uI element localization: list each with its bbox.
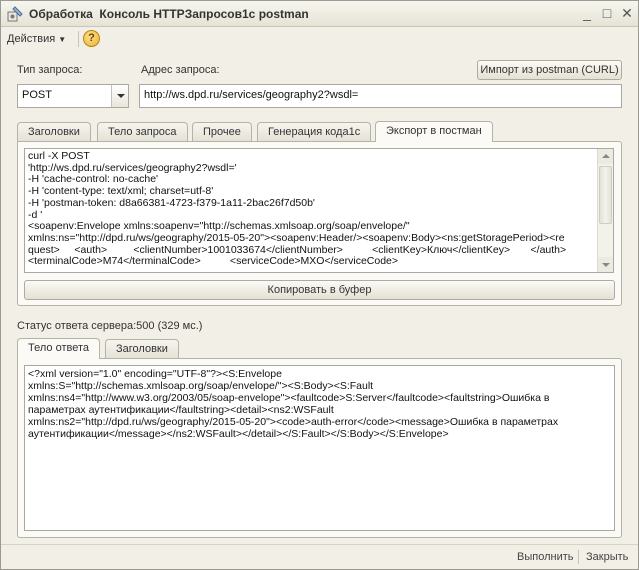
window-title: Обработка Консоль HTTPЗапросов1с postman <box>29 7 309 21</box>
response-line: <?xml version="1.0" encoding="UTF-8"?><S… <box>28 368 282 380</box>
app-window: Обработка Консоль HTTPЗапросов1с postman… <box>0 0 639 570</box>
footer-divider <box>578 550 579 564</box>
title-bar: Обработка Консоль HTTPЗапросов1с postman… <box>1 1 638 27</box>
scroll-thumb[interactable] <box>599 166 612 224</box>
request-type-select[interactable]: POST <box>17 84 129 108</box>
response-line: xmlns:ns4="http://www.w3.org/2003/05/soa… <box>28 392 550 404</box>
curl-line: curl -X POST <box>28 150 90 162</box>
curl-line: <terminalCode>M74</terminalCode> <servic… <box>28 255 399 268</box>
processing-icon <box>7 6 23 22</box>
response-line: параметрах аутентификации</faultstring><… <box>28 404 334 416</box>
curl-line: xmlns:ns="http://dpd.ru/ws/geography/201… <box>28 231 565 244</box>
tab-response-body[interactable]: Тело ответа <box>17 338 100 359</box>
request-address-input[interactable]: http://ws.dpd.ru/services/geography2?wsd… <box>139 84 622 108</box>
curl-line: -H 'postman-token: d8a66381-4723-f379-1a… <box>28 196 315 209</box>
response-line: аутентификации</message></ns2:WSFault></… <box>28 428 449 440</box>
maximize-button[interactable]: □ <box>599 5 615 21</box>
minimize-button[interactable]: _ <box>579 5 595 21</box>
actions-menu[interactable]: Действия ▼ <box>7 31 66 47</box>
tab-other[interactable]: Прочее <box>192 122 252 142</box>
copy-to-clipboard-button[interactable]: Копировать в буфер <box>24 280 615 300</box>
actions-menu-label: Действия <box>7 33 56 45</box>
response-line: xmlns:ns2="http://dpd.ru/ws/geography/20… <box>28 416 559 428</box>
vertical-scrollbar[interactable] <box>597 149 613 272</box>
tab-request-body[interactable]: Тело запроса <box>97 122 188 142</box>
help-button[interactable]: ? <box>83 30 100 47</box>
execute-button[interactable]: Выполнить <box>517 551 573 563</box>
close-button[interactable]: Закрыть <box>586 551 628 563</box>
scroll-up-icon[interactable] <box>598 149 613 164</box>
request-type-value: POST <box>22 89 52 101</box>
tab-headers[interactable]: Заголовки <box>17 122 91 142</box>
tab-response-headers[interactable]: Заголовки <box>105 339 179 359</box>
server-status-text: Статус ответа сервера:500 (329 мс.) <box>17 320 203 332</box>
response-line: xmlns:S="http://schemas.xmlsoap.org/soap… <box>28 380 374 392</box>
response-body-textarea[interactable]: <?xml version="1.0" encoding="UTF-8"?><S… <box>24 365 615 531</box>
close-window-button[interactable]: ✕ <box>619 5 635 21</box>
request-address-label: Адрес запроса: <box>141 64 220 76</box>
curl-export-textarea[interactable]: curl -X POST 'http://ws.dpd.ru/services/… <box>24 148 614 273</box>
toolbar-divider <box>78 31 79 47</box>
footer-bar: Выполнить Закрыть <box>1 544 638 569</box>
command-bar: Действия ▼ ? <box>1 28 638 50</box>
export-panel: curl -X POST 'http://ws.dpd.ru/services/… <box>17 141 622 306</box>
chevron-down-icon: ▼ <box>58 35 67 44</box>
dropdown-arrow-icon[interactable] <box>111 85 128 107</box>
tab-export-postman[interactable]: Экспорт в постман <box>375 121 493 142</box>
response-panel: <?xml version="1.0" encoding="UTF-8"?><S… <box>17 358 622 538</box>
request-type-label: Тип запроса: <box>17 64 83 76</box>
import-postman-button[interactable]: Импорт из postman (CURL) <box>477 60 622 80</box>
tab-code-generation[interactable]: Генерация кода1с <box>257 122 372 142</box>
scroll-down-icon[interactable] <box>598 257 613 272</box>
